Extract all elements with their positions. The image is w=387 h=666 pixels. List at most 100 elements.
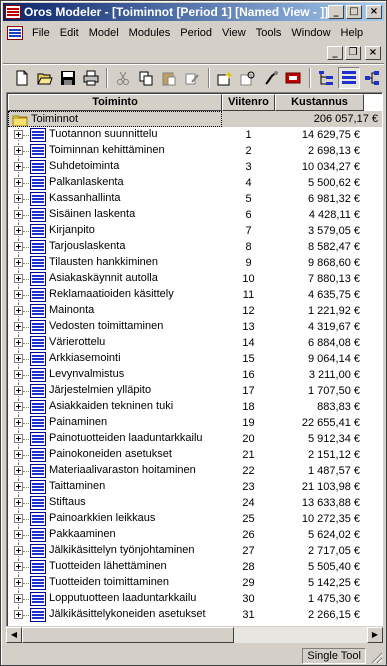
column-header-viitenro[interactable]: Viitenro — [222, 94, 275, 111]
title-bar[interactable]: Oros Modeler - [Toiminnot [Period 1] [Na… — [3, 3, 384, 21]
table-row[interactable]: Tuotteiden lähettäminen 28 5 505,40 € — [8, 559, 382, 575]
table-row[interactable]: Vedosten toimittaminen 13 4 319,67 € — [8, 319, 382, 335]
expand-plus-icon[interactable] — [14, 178, 23, 187]
table-row[interactable]: Pakkaaminen 26 5 624,02 € — [8, 527, 382, 543]
copy-icon[interactable] — [135, 67, 157, 89]
table-row[interactable]: Materiaalivaraston hoitaminen 22 1 487,57 … — [8, 463, 382, 479]
table-row[interactable]: Toiminnan kehittäminen 2 2 698,13 € — [8, 143, 382, 159]
edit-icon[interactable] — [181, 67, 203, 89]
delete-icon[interactable] — [282, 67, 304, 89]
menu-modules[interactable]: Modules — [124, 27, 176, 39]
expand-plus-icon[interactable] — [14, 290, 23, 299]
expand-plus-icon[interactable] — [14, 370, 23, 379]
scroll-right-button[interactable]: ▶ — [367, 626, 383, 643]
expand-plus-icon[interactable] — [14, 242, 23, 251]
expand-plus-icon[interactable] — [14, 578, 23, 587]
expand-plus-icon[interactable] — [14, 274, 23, 283]
new-icon[interactable] — [11, 67, 33, 89]
expand-plus-icon[interactable] — [14, 466, 23, 475]
column-header-kustannus[interactable]: Kustannus — [275, 94, 364, 111]
table-row[interactable]: Painoarkkien leikkaus 25 10 272,35 € — [8, 511, 382, 527]
scroll-thumb[interactable] — [22, 626, 234, 643]
expand-plus-icon[interactable] — [14, 306, 23, 315]
table-row[interactable]: Palkanlaskenta 4 5 500,62 € — [8, 175, 382, 191]
find-icon[interactable] — [237, 67, 259, 89]
maximize-button[interactable]: □ — [346, 5, 362, 19]
expand-plus-icon[interactable] — [14, 194, 23, 203]
table-row[interactable]: Lopputuotteen laaduntarkkailu 30 1 475,30 … — [8, 591, 382, 607]
expand-plus-icon[interactable] — [14, 322, 23, 331]
activity-tree-grid[interactable]: Toiminto Viitenro Kustannus Toiminnot 20… — [6, 92, 383, 639]
table-row[interactable]: Arkkiasemointi 15 9 064,14 € — [8, 351, 382, 367]
expand-plus-icon[interactable] — [14, 594, 23, 603]
expand-plus-icon[interactable] — [14, 546, 23, 555]
scroll-left-button[interactable]: ◀ — [6, 626, 22, 643]
expand-plus-icon[interactable] — [14, 338, 23, 347]
menu-model[interactable]: Model — [84, 27, 124, 39]
expand-plus-icon[interactable] — [14, 498, 23, 507]
table-row[interactable]: Mainonta 12 1 221,92 € — [8, 303, 382, 319]
expand-plus-icon[interactable] — [14, 162, 23, 171]
scroll-track[interactable] — [234, 626, 367, 643]
expand-plus-icon[interactable] — [14, 146, 23, 155]
menu-window[interactable]: Window — [286, 27, 335, 39]
horizontal-scrollbar[interactable]: ◀ ▶ — [6, 626, 383, 643]
menu-file[interactable]: File — [27, 27, 55, 39]
open-icon[interactable] — [34, 67, 56, 89]
table-row[interactable]: Kassanhallinta 5 6 981,32 € — [8, 191, 382, 207]
expand-plus-icon[interactable] — [14, 450, 23, 459]
table-row[interactable]: Levynvalmistus 16 3 211,00 € — [8, 367, 382, 383]
menu-help[interactable]: Help — [336, 27, 369, 39]
list-view-icon[interactable] — [338, 66, 361, 89]
table-row[interactable]: Suhdetoiminta 3 10 034,27 € — [8, 159, 382, 175]
table-row[interactable]: Painokoneiden asetukset 21 2 151,12 € — [8, 447, 382, 463]
expand-plus-icon[interactable] — [14, 562, 23, 571]
expand-plus-icon[interactable] — [14, 210, 23, 219]
expand-plus-icon[interactable] — [14, 402, 23, 411]
table-row[interactable]: Tarjouslaskenta 8 8 582,47 € — [8, 239, 382, 255]
save-icon[interactable] — [57, 67, 79, 89]
table-row[interactable]: Värierottelu 14 6 884,08 € — [8, 335, 382, 351]
table-row[interactable]: Jälkikäsittelykoneiden asetukset 31 2 266,… — [8, 607, 382, 623]
hierarchy-icon[interactable] — [361, 67, 383, 89]
resize-grip[interactable] — [370, 651, 382, 663]
expand-plus-icon[interactable] — [14, 386, 23, 395]
table-row[interactable]: Kirjanpito 7 3 579,05 € — [8, 223, 382, 239]
column-header-toiminto[interactable]: Toiminto — [8, 94, 222, 111]
expand-plus-icon[interactable] — [14, 610, 23, 619]
menu-tools[interactable]: Tools — [251, 27, 287, 39]
new-item-icon[interactable] — [214, 67, 236, 89]
close-button[interactable]: × — [366, 5, 382, 19]
tree-root-row[interactable]: Toiminnot 206 057,17 € — [8, 111, 382, 127]
table-row[interactable]: Taittaminen 23 21 103,98 € — [8, 479, 382, 495]
table-row[interactable]: Painaminen 19 22 655,41 € — [8, 415, 382, 431]
expand-plus-icon[interactable] — [14, 130, 23, 139]
print-icon[interactable] — [80, 67, 102, 89]
expand-plus-icon[interactable] — [14, 258, 23, 267]
expand-plus-icon[interactable] — [14, 530, 23, 539]
table-row[interactable]: Reklamaatioiden käsittely 11 4 635,75 € — [8, 287, 382, 303]
table-row[interactable]: Painotuotteiden laaduntarkkailu 20 5 912,3… — [8, 431, 382, 447]
doc-minimize-button[interactable]: _ — [327, 46, 343, 60]
table-row[interactable]: Tuotannon suunnittelu 1 14 629,75 € — [8, 127, 382, 143]
expand-plus-icon[interactable] — [14, 482, 23, 491]
doc-close-button[interactable]: × — [365, 46, 381, 60]
minimize-button[interactable]: _ — [328, 5, 344, 19]
tree-view-icon[interactable] — [315, 67, 337, 89]
expand-plus-icon[interactable] — [14, 434, 23, 443]
table-row[interactable]: Tilausten hankkiminen 9 9 868,60 € — [8, 255, 382, 271]
table-row[interactable]: Asiakkaiden tekninen tuki 18 883,83 € — [8, 399, 382, 415]
properties-icon[interactable] — [260, 67, 282, 89]
expand-plus-icon[interactable] — [14, 354, 23, 363]
menu-view[interactable]: View — [217, 27, 251, 39]
doc-restore-button[interactable]: ❐ — [345, 46, 361, 60]
table-row[interactable]: Järjestelmien ylläpito 17 1 707,50 € — [8, 383, 382, 399]
expand-plus-icon[interactable] — [14, 226, 23, 235]
table-row[interactable]: Sisäinen laskenta 6 4 428,11 € — [8, 207, 382, 223]
expand-plus-icon[interactable] — [14, 514, 23, 523]
cut-icon[interactable] — [112, 67, 134, 89]
table-row[interactable]: Asiakaskäynnit autolla 10 7 880,13 € — [8, 271, 382, 287]
menu-edit[interactable]: Edit — [55, 27, 84, 39]
table-row[interactable]: Jälkikäsittelyn työnjohtaminen 27 2 717,05… — [8, 543, 382, 559]
table-row[interactable]: Stiftaus 24 13 633,88 € — [8, 495, 382, 511]
